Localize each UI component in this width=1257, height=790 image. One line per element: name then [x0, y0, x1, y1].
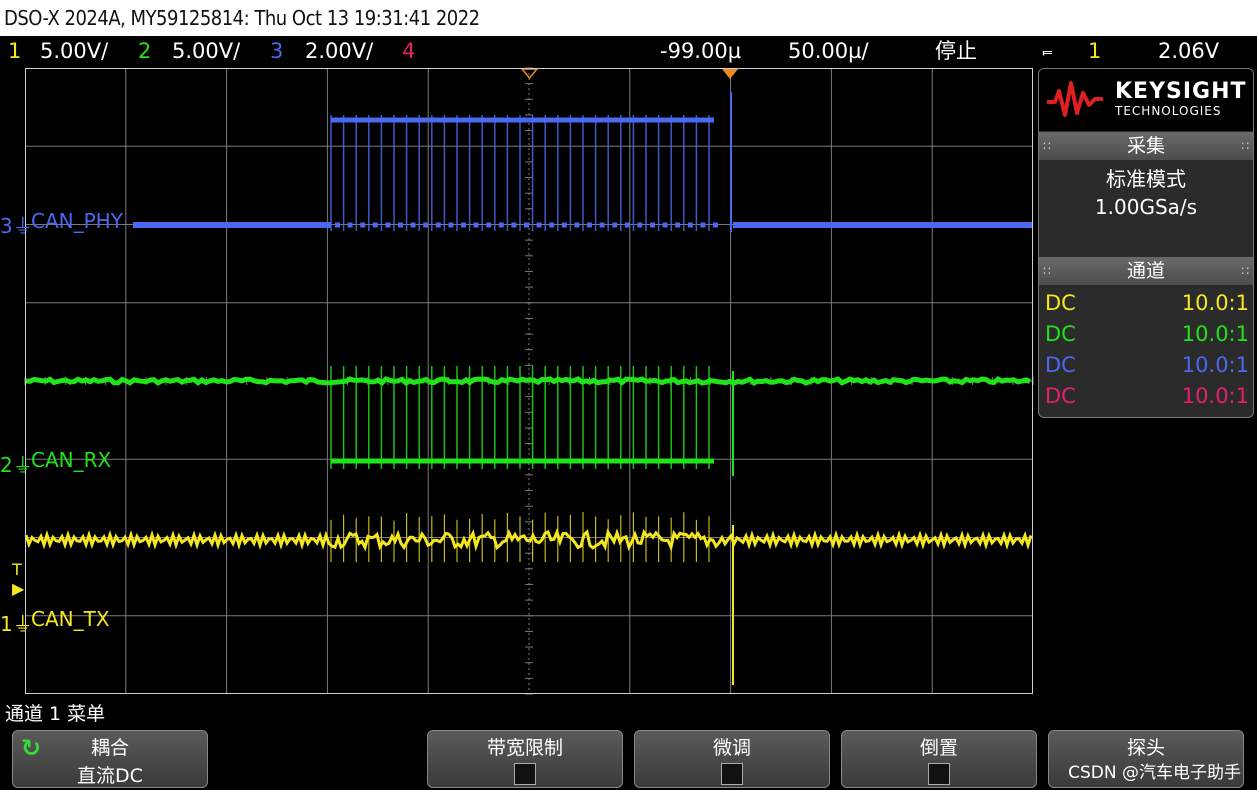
grip-icon: ∷	[1043, 139, 1051, 153]
graticule-frame	[25, 68, 1033, 694]
side-info-panel: KEYSIGHT TECHNOLOGIES ∷ 采集 ∷ 标准模式 1.00GSa/…	[1038, 68, 1254, 418]
ch3-ground-marker[interactable]: 3⏚	[0, 210, 33, 239]
brand-logo: KEYSIGHT TECHNOLOGIES	[1039, 69, 1253, 131]
channel-row-1: DC 10.0:1	[1045, 291, 1249, 315]
coupling-softkey[interactable]: ↻ 耦合 直流DC	[12, 730, 208, 788]
acquire-header[interactable]: ∷ 采集 ∷	[1039, 132, 1253, 160]
ch1-ground-marker[interactable]: 1⏚	[0, 608, 33, 637]
channel-row-3: DC 10.0:1	[1045, 353, 1249, 377]
bandwidth-limit-checkbox[interactable]	[514, 763, 536, 785]
bandwidth-limit-title: 带宽限制	[486, 737, 563, 759]
channel-row-2: DC 10.0:1	[1045, 322, 1249, 346]
grip-icon: ∷	[1043, 264, 1051, 278]
trigger-level-marker[interactable]: T ▶	[12, 560, 24, 598]
bandwidth-limit-softkey[interactable]: 带宽限制	[427, 730, 623, 788]
menu-title: 通道 1 菜单	[5, 703, 106, 725]
invert-softkey[interactable]: 倒置	[841, 730, 1037, 788]
fine-adjust-title: 微调	[712, 737, 751, 759]
fine-adjust-softkey[interactable]: 微调	[634, 730, 830, 788]
coupling-value: 直流DC	[77, 765, 143, 787]
watermark: CSDN @汽车电子助手	[1068, 763, 1241, 783]
grip-icon: ∷	[1241, 264, 1249, 278]
keysight-wave-icon	[1047, 81, 1103, 117]
ch1-label: CAN_TX	[31, 607, 110, 631]
acquire-mode: 标准模式	[1106, 167, 1186, 191]
fine-adjust-checkbox[interactable]	[721, 763, 743, 785]
ch2-ground-marker[interactable]: 2⏚	[0, 449, 33, 478]
invert-title: 倒置	[919, 737, 958, 759]
sample-rate: 1.00GSa/s	[1094, 195, 1198, 219]
brand-name: KEYSIGHT	[1115, 79, 1247, 104]
grip-icon: ∷	[1241, 139, 1249, 153]
coupling-title: 耦合	[90, 737, 129, 759]
invert-checkbox[interactable]	[928, 763, 950, 785]
ch3-label: CAN_PHY	[31, 209, 123, 233]
channels-header[interactable]: ∷ 通道 ∷	[1039, 257, 1253, 285]
brand-sub: TECHNOLOGIES	[1115, 104, 1222, 118]
ch2-label: CAN_RX	[31, 448, 112, 472]
probe-title: 探头	[1126, 737, 1165, 759]
channel-row-4: DC 10.0:1	[1045, 384, 1249, 408]
